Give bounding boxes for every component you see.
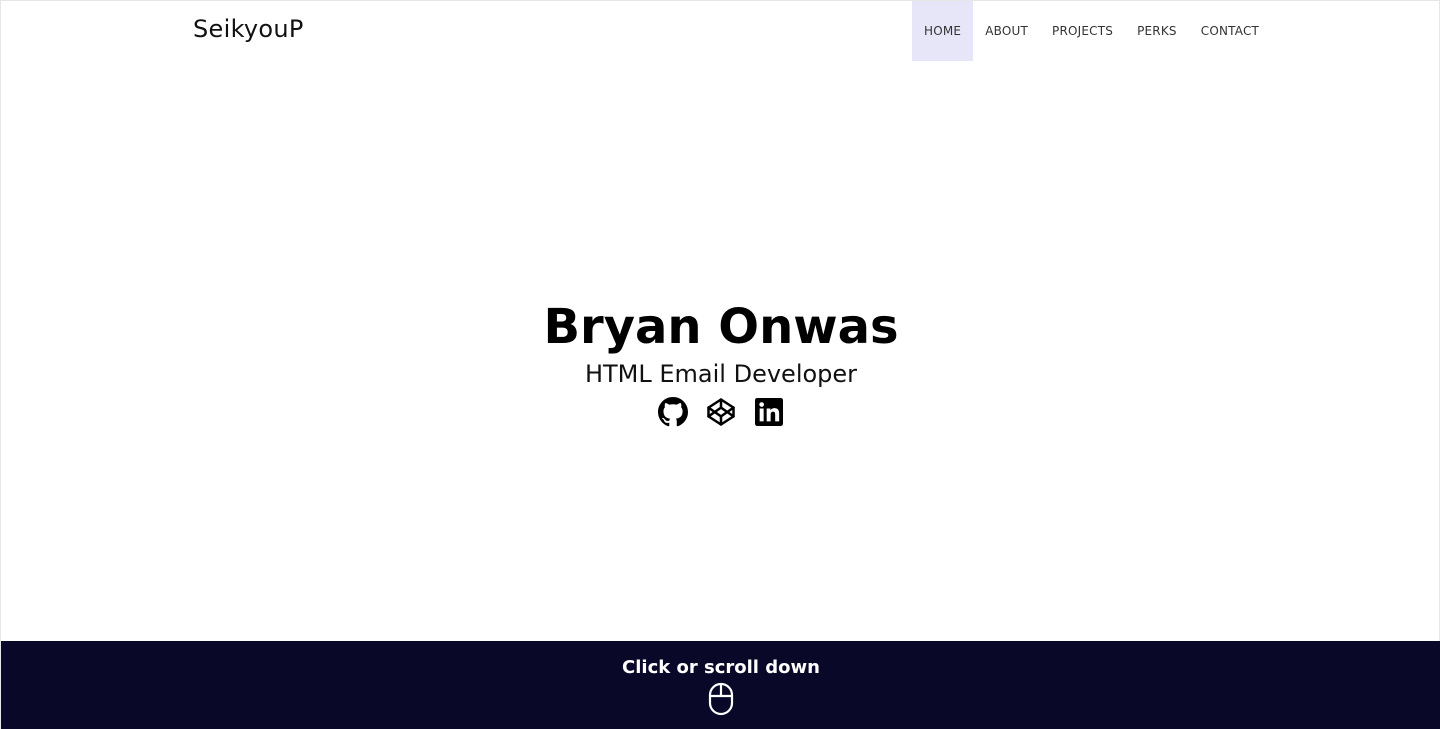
nav-about[interactable]: ABOUT [973, 1, 1040, 61]
hero: Bryan Onwas HTML Email Developer [1, 297, 1440, 427]
hero-role: HTML Email Developer [584, 360, 858, 388]
nav-contact[interactable]: CONTACT [1189, 1, 1271, 61]
hero-name: Bryan Onwas [543, 299, 899, 355]
social-links [1, 397, 1440, 427]
main-nav: HOME ABOUT PROJECTS PERKS CONTACT [912, 1, 1271, 61]
brand-logo[interactable]: SeikyouP [193, 15, 304, 43]
github-icon[interactable] [658, 397, 688, 427]
nav-home[interactable]: HOME [912, 1, 974, 61]
codepen-icon[interactable] [706, 397, 736, 427]
nav-perks[interactable]: PERKS [1125, 1, 1189, 61]
navbar: SeikyouP HOME ABOUT PROJECTS PERKS CONTA… [1, 1, 1440, 61]
scroll-down-label: Click or scroll down [622, 657, 820, 678]
linkedin-icon[interactable] [754, 397, 784, 427]
nav-projects[interactable]: PROJECTS [1040, 1, 1125, 61]
mouse-icon [708, 682, 734, 721]
scroll-down-bar[interactable]: Click or scroll down [1, 641, 1440, 729]
page: SeikyouP HOME ABOUT PROJECTS PERKS CONTA… [0, 0, 1440, 729]
